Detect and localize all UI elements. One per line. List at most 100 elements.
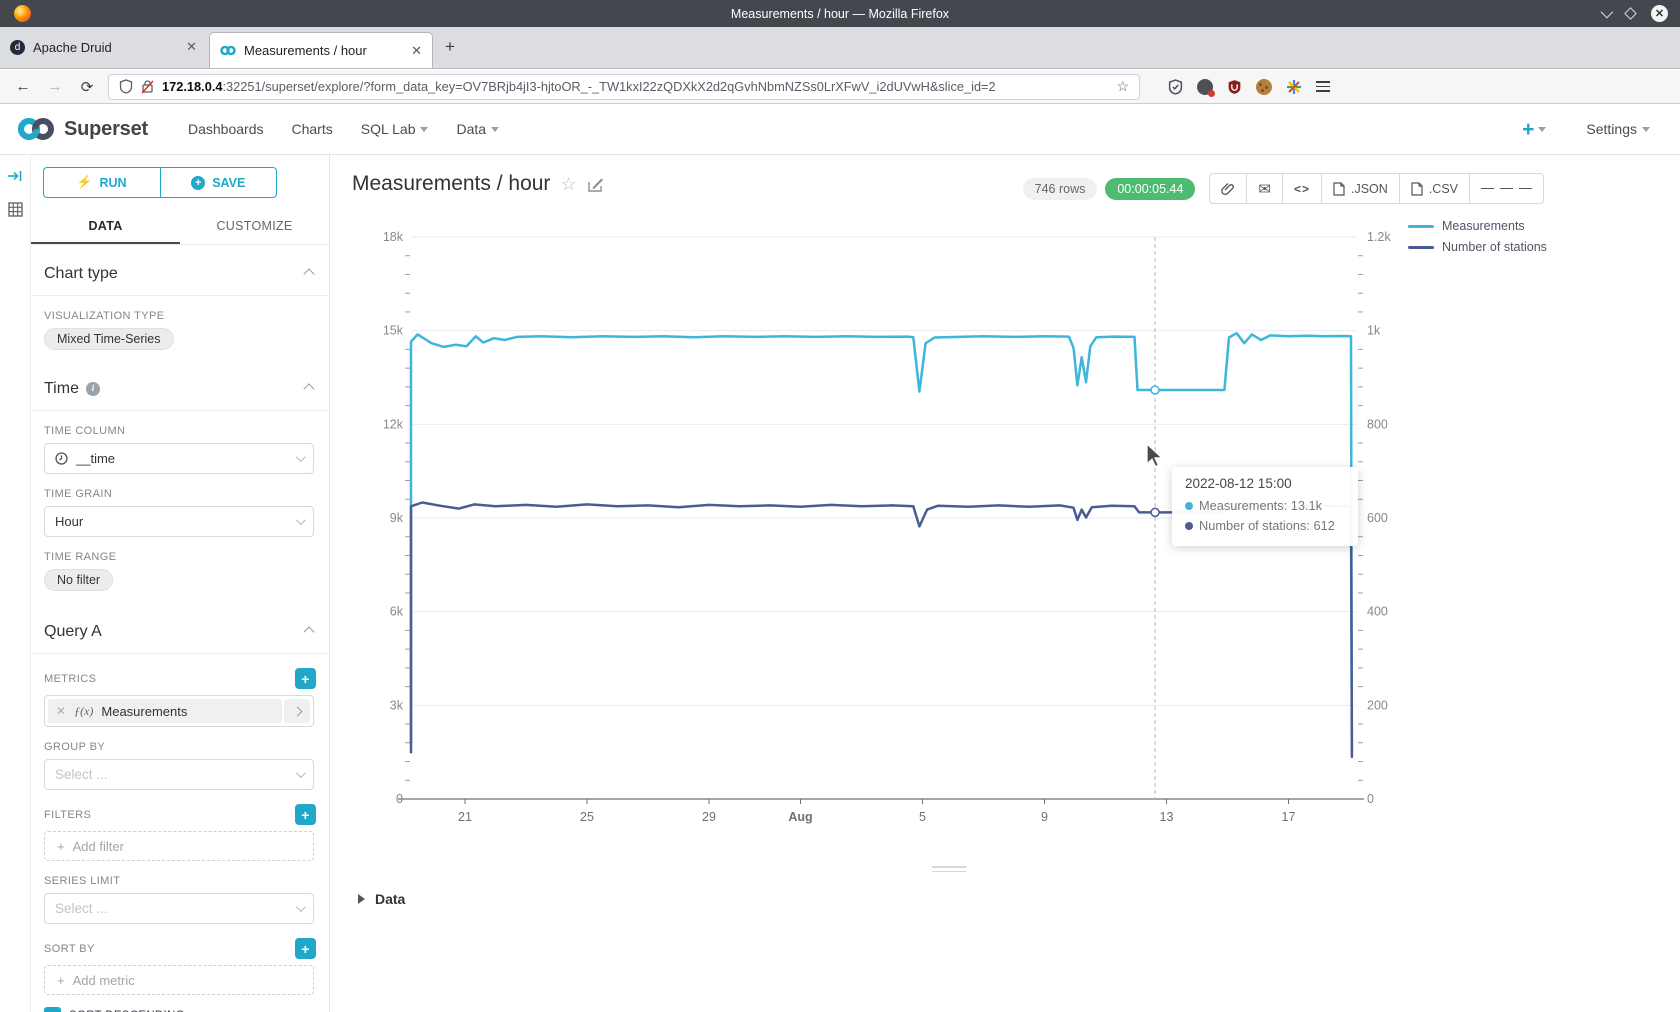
window-minimize-icon[interactable]: [1601, 6, 1614, 19]
tab-label: Measurements / hour: [244, 43, 403, 58]
colorful-extension-icon[interactable]: [1286, 79, 1302, 95]
remove-icon[interactable]: ✕: [56, 704, 66, 718]
timeseries-chart[interactable]: 212529Aug59131703k6k9k12k15k18k020040060…: [330, 155, 1680, 885]
section-query-a[interactable]: Query A: [31, 603, 329, 653]
browser-tab-apache-druid[interactable]: d Apache Druid ✕: [0, 26, 207, 68]
metric-field[interactable]: ✕ ƒ(x) Measurements: [44, 695, 314, 727]
nav-sql-lab[interactable]: SQL Lab: [361, 121, 429, 137]
section-time[interactable]: Time i: [31, 360, 329, 410]
time-range-label: TIME RANGE: [44, 551, 316, 563]
chevron-down-icon: [1538, 127, 1546, 132]
left-icon-rail: [0, 155, 31, 1012]
tab-customize[interactable]: CUSTOMIZE: [180, 211, 329, 244]
forward-button[interactable]: →: [44, 78, 66, 95]
add-sort-metric-button[interactable]: +: [295, 938, 316, 959]
svg-text:1k: 1k: [1367, 324, 1381, 338]
browser-toolbar: ← → ⟳ 172.18.0.4:32251/superset/explore/…: [0, 70, 1680, 104]
settings-menu[interactable]: Settings: [1586, 121, 1650, 137]
add-metric-button[interactable]: +: [295, 668, 316, 689]
run-button[interactable]: ⚡ RUN: [43, 167, 160, 198]
tooltip-row: Number of stations: 612: [1185, 516, 1345, 536]
svg-text:15k: 15k: [383, 324, 404, 338]
svg-text:0: 0: [396, 792, 403, 806]
plus-icon: +: [57, 973, 65, 988]
chevron-up-icon: [303, 383, 314, 394]
sort-descending-checkbox[interactable]: ✓: [44, 1007, 61, 1012]
time-column-label: TIME COLUMN: [44, 425, 316, 437]
svg-text:600: 600: [1367, 511, 1388, 525]
new-item-button[interactable]: +: [1522, 119, 1546, 140]
bookmark-star-icon[interactable]: ☆: [1116, 78, 1129, 95]
tab-close-icon[interactable]: ✕: [186, 39, 197, 55]
firefox-menu-icon[interactable]: [1316, 79, 1330, 95]
data-section-toggle[interactable]: Data: [358, 891, 405, 907]
viz-type-value[interactable]: Mixed Time-Series: [44, 328, 174, 350]
legend-item[interactable]: Number of stations: [1408, 240, 1547, 254]
legend-item[interactable]: Measurements: [1408, 219, 1547, 233]
mouse-cursor: [1146, 443, 1166, 469]
control-panel: ⚡ RUN + SAVE DATA CUSTOMIZE Chart type V…: [31, 155, 330, 1012]
svg-text:18k: 18k: [383, 230, 404, 244]
window-titlebar: Measurements / hour — Mozilla Firefox ✕: [0, 0, 1680, 27]
chevron-down-icon: [420, 127, 428, 132]
save-button[interactable]: + SAVE: [160, 167, 278, 198]
window-title: Measurements / hour — Mozilla Firefox: [731, 7, 949, 21]
fx-icon: ƒ(x): [74, 704, 93, 719]
ublock-icon[interactable]: [1227, 79, 1242, 95]
time-grain-select[interactable]: Hour: [44, 506, 314, 537]
group-by-select[interactable]: Select ...: [44, 759, 314, 790]
cookie-extension-icon[interactable]: [1256, 79, 1272, 95]
metrics-label: METRICS +: [44, 668, 316, 689]
tab-data[interactable]: DATA: [31, 211, 180, 244]
chevron-down-icon: [1642, 127, 1650, 132]
section-chart-type[interactable]: Chart type: [31, 245, 329, 295]
svg-text:9: 9: [1041, 810, 1048, 824]
info-icon: i: [86, 382, 100, 396]
brand-name: Superset: [64, 118, 148, 141]
superset-infinity-icon: [16, 117, 56, 141]
privacy-extension-icon[interactable]: [1197, 79, 1213, 95]
chart-legend: Measurements Number of stations: [1408, 219, 1547, 261]
protections-shield-icon[interactable]: [1168, 79, 1183, 95]
svg-text:800: 800: [1367, 417, 1388, 431]
back-button[interactable]: ←: [12, 78, 34, 95]
svg-text:200: 200: [1367, 698, 1388, 712]
tab-label: Apache Druid: [33, 40, 178, 55]
superset-logo[interactable]: Superset: [16, 117, 148, 141]
url-bar[interactable]: 172.18.0.4:32251/superset/explore/?form_…: [108, 74, 1140, 100]
shield-icon[interactable]: [119, 79, 133, 94]
time-column-select[interactable]: __time: [44, 443, 314, 474]
chevron-right-icon: [292, 706, 302, 716]
window-close-icon[interactable]: ✕: [1651, 5, 1668, 22]
browser-tab-measurements[interactable]: Measurements / hour ✕: [209, 32, 433, 68]
tab-close-icon[interactable]: ✕: [411, 43, 422, 59]
nav-charts[interactable]: Charts: [292, 121, 333, 137]
new-tab-button[interactable]: +: [433, 26, 467, 68]
svg-text:9k: 9k: [390, 511, 404, 525]
time-range-value[interactable]: No filter: [44, 569, 113, 591]
panel-resize-handle[interactable]: [932, 866, 966, 875]
add-sort-metric-field[interactable]: + Add metric: [44, 965, 314, 995]
series-dot-icon: [1185, 522, 1193, 530]
nav-dashboards[interactable]: Dashboards: [188, 121, 264, 137]
metric-expand[interactable]: [284, 699, 310, 723]
tooltip-row: Measurements: 13.1k: [1185, 496, 1345, 516]
add-filter-field[interactable]: + Add filter: [44, 831, 314, 861]
insecure-lock-icon[interactable]: [141, 79, 154, 94]
chevron-up-icon: [303, 268, 314, 279]
nav-data[interactable]: Data: [456, 121, 499, 137]
window-maximize-icon[interactable]: [1624, 7, 1637, 20]
group-by-label: GROUP BY: [44, 741, 316, 753]
dataset-grid-icon[interactable]: [6, 202, 24, 222]
clock-icon: [55, 452, 68, 465]
svg-text:13: 13: [1160, 810, 1174, 824]
series-limit-select[interactable]: Select ...: [44, 893, 314, 924]
expand-datasource-icon[interactable]: [6, 169, 24, 188]
add-filter-button[interactable]: +: [295, 804, 316, 825]
legend-label: Measurements: [1442, 219, 1525, 233]
legend-label: Number of stations: [1442, 240, 1547, 254]
metric-chip[interactable]: ✕ ƒ(x) Measurements: [48, 699, 282, 723]
caret-right-icon: [358, 894, 365, 904]
reload-button[interactable]: ⟳: [76, 78, 98, 96]
tooltip-title: 2022-08-12 15:00: [1185, 476, 1345, 491]
